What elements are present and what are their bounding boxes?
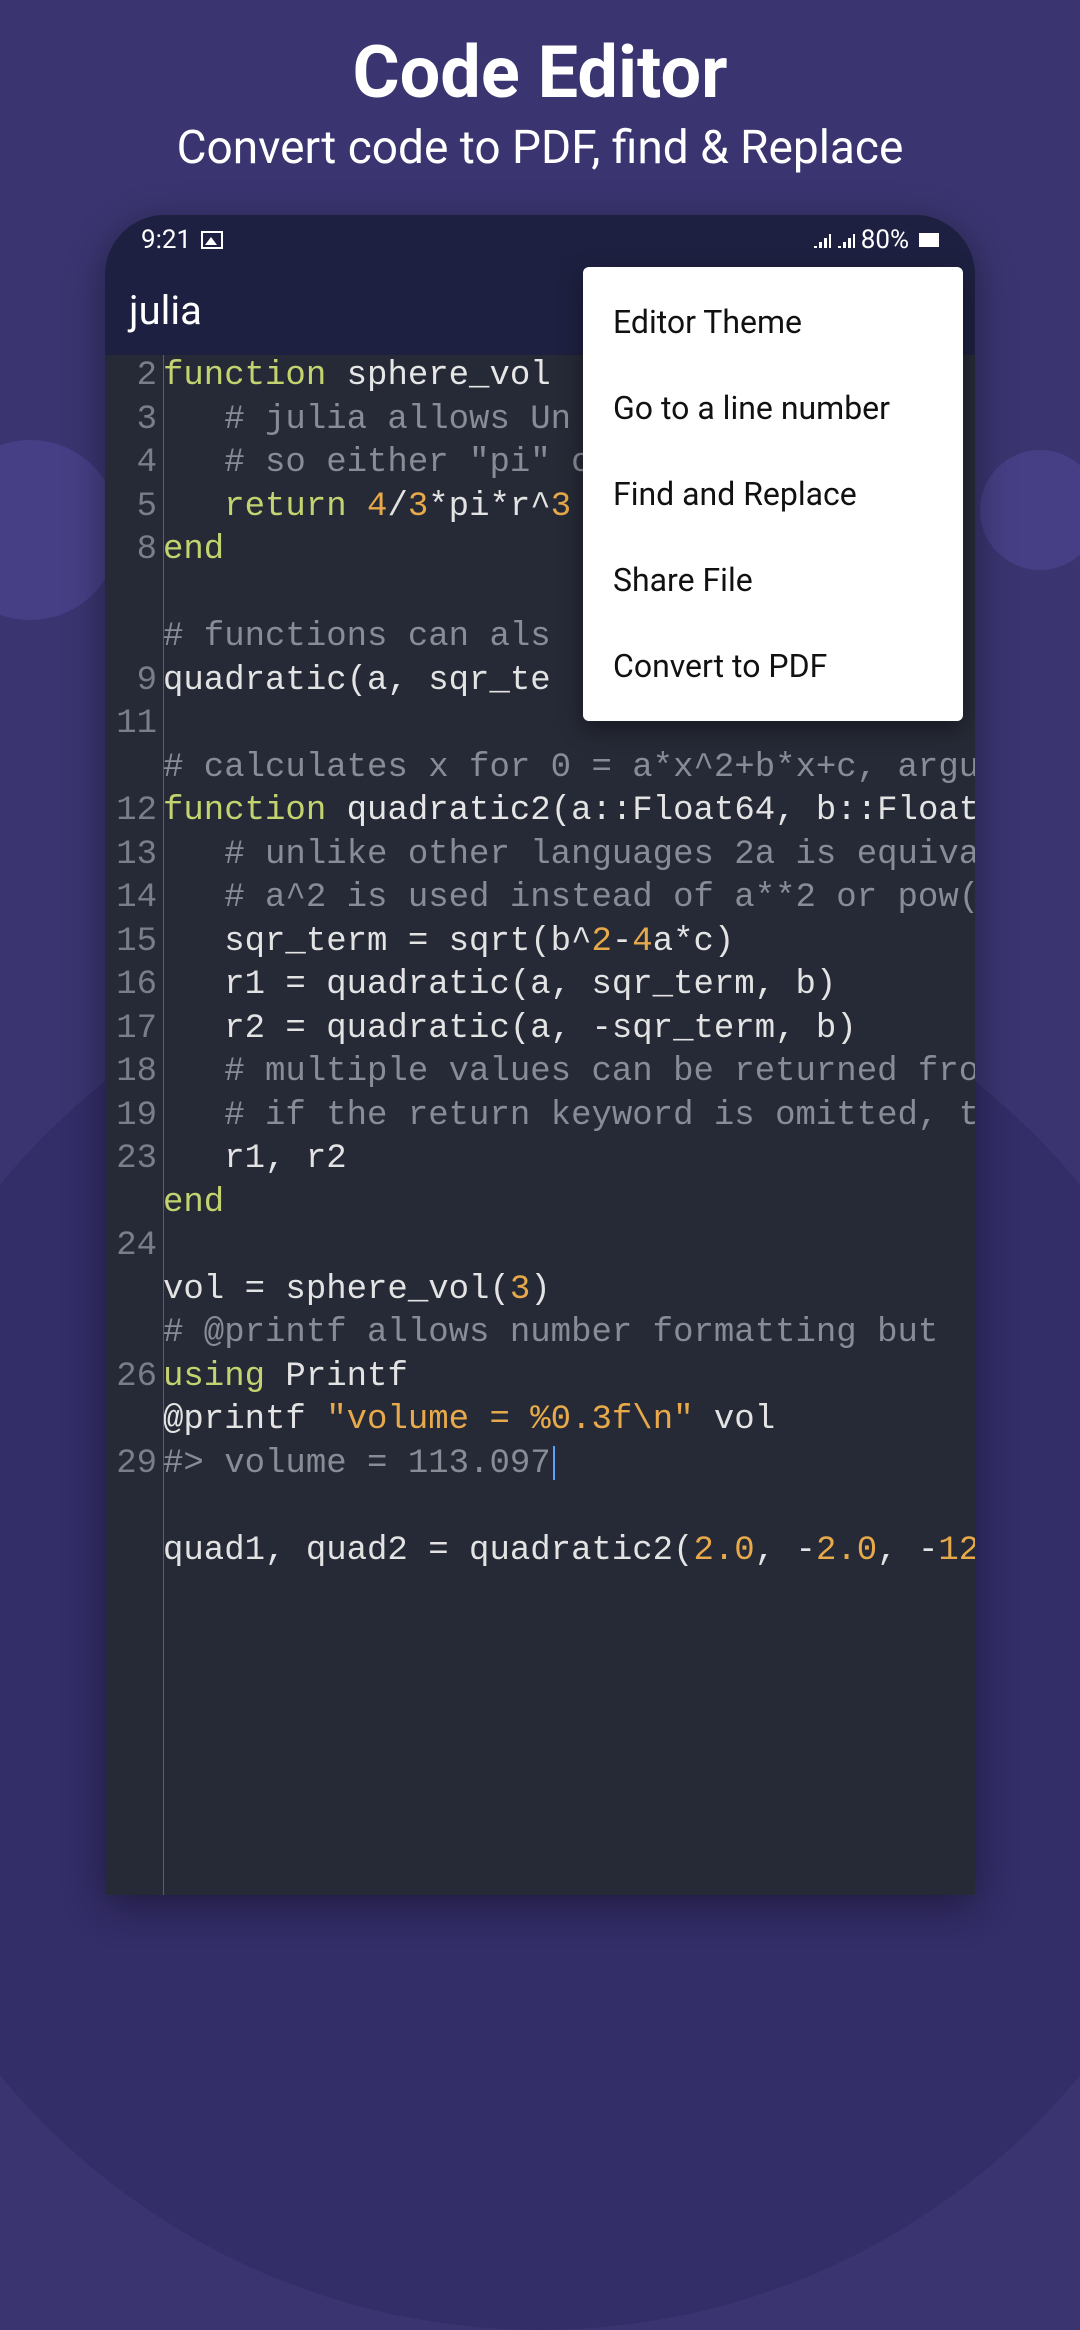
line-number: 3 [105, 399, 163, 443]
line-number: 23 [105, 1138, 163, 1182]
line-number: 16 [105, 964, 163, 1008]
line-content: function sphere_vol [163, 355, 551, 399]
line-content: quadratic(a, sqr_te [163, 660, 551, 704]
code-line[interactable]: vol = sphere_vol(3) [105, 1269, 975, 1313]
code-line[interactable]: end [105, 1182, 975, 1226]
decorative-circle [0, 440, 120, 620]
code-line[interactable]: @printf "volume = %0.3f\n" vol [105, 1399, 975, 1443]
line-number [105, 1530, 163, 1574]
code-line[interactable]: 26using Printf [105, 1356, 975, 1400]
code-line[interactable]: # @printf allows number formatting but [105, 1312, 975, 1356]
code-line[interactable]: 16 r1 = quadratic(a, sqr_term, b) [105, 964, 975, 1008]
code-line[interactable]: 13 # unlike other languages 2a is equiva… [105, 834, 975, 878]
line-number [105, 616, 163, 660]
promo-title: Code Editor [0, 30, 1080, 115]
code-line[interactable]: 24 [105, 1225, 975, 1269]
line-number: 4 [105, 442, 163, 486]
line-number [105, 1182, 163, 1226]
line-content: # so either "pi" o [163, 442, 591, 486]
line-content: # if the return keyword is omitted, the [163, 1095, 975, 1139]
line-content: end [163, 529, 224, 573]
menu-item-editor-theme[interactable]: Editor Theme [583, 279, 963, 365]
line-number [105, 573, 163, 617]
line-number: 26 [105, 1356, 163, 1400]
phone-frame: 9:21 80% julia 2function sphere_vol3 # j… [105, 215, 975, 1895]
line-number: 13 [105, 834, 163, 878]
line-content [163, 573, 183, 617]
line-content: end [163, 1182, 224, 1226]
line-content [163, 1225, 183, 1269]
code-line[interactable]: 19 # if the return keyword is omitted, t… [105, 1095, 975, 1139]
line-number: 5 [105, 486, 163, 530]
line-number [105, 1399, 163, 1443]
line-number: 11 [105, 703, 163, 747]
code-line[interactable]: 29#> volume = 113.097 [105, 1443, 975, 1487]
line-number: 29 [105, 1443, 163, 1487]
file-language-label: julia [129, 287, 202, 334]
code-line[interactable]: # calculates x for 0 = a*x^2+b*x+c, argu [105, 747, 975, 791]
line-content: function quadratic2(a::Float64, b::Float… [163, 790, 975, 834]
line-content: # julia allows Un [163, 399, 571, 443]
menu-item-share-file[interactable]: Share File [583, 537, 963, 623]
line-number [105, 747, 163, 791]
code-line[interactable]: 17 r2 = quadratic(a, -sqr_term, b) [105, 1008, 975, 1052]
menu-item-find-replace[interactable]: Find and Replace [583, 451, 963, 537]
code-line[interactable] [105, 1486, 975, 1530]
line-content: sqr_term = sqrt(b^2-4a*c) [163, 921, 734, 965]
line-content: quad1, quad2 = quadratic2(2.0, -2.0, -12… [163, 1530, 975, 1574]
line-content: @printf "volume = %0.3f\n" vol [163, 1399, 775, 1443]
menu-item-convert-pdf[interactable]: Convert to PDF [583, 623, 963, 709]
line-number: 24 [105, 1225, 163, 1269]
code-line[interactable]: 14 # a^2 is used instead of a**2 or pow(… [105, 877, 975, 921]
gallery-icon [201, 231, 223, 249]
line-content: # multiple values can be returned fro [163, 1051, 975, 1095]
line-content: # functions can als [163, 616, 551, 660]
line-number: 18 [105, 1051, 163, 1095]
line-content: # unlike other languages 2a is equival [163, 834, 975, 878]
line-number: 15 [105, 921, 163, 965]
menu-item-goto-line[interactable]: Go to a line number [583, 365, 963, 451]
line-number: 14 [105, 877, 163, 921]
battery-icon [919, 233, 939, 247]
signal-icon [837, 225, 855, 255]
code-line[interactable]: 18 # multiple values can be returned fro [105, 1051, 975, 1095]
battery-text: 80% [861, 225, 909, 255]
overflow-menu: Editor Theme Go to a line number Find an… [583, 267, 963, 721]
line-content [163, 1486, 183, 1530]
line-number [105, 1269, 163, 1313]
line-number: 19 [105, 1095, 163, 1139]
line-content: # calculates x for 0 = a*x^2+b*x+c, argu [163, 747, 975, 791]
line-number: 2 [105, 355, 163, 399]
text-cursor [553, 1446, 555, 1480]
line-content: return 4/3*pi*r^3 [163, 486, 571, 530]
line-content: r1 = quadratic(a, sqr_term, b) [163, 964, 836, 1008]
gutter-divider [163, 355, 164, 1895]
line-number: 12 [105, 790, 163, 834]
code-line[interactable]: quad1, quad2 = quadratic2(2.0, -2.0, -12… [105, 1530, 975, 1574]
decorative-circle [980, 450, 1080, 570]
line-content: vol = sphere_vol(3) [163, 1269, 551, 1313]
signal-icon [813, 225, 831, 255]
code-line[interactable]: 23 r1, r2 [105, 1138, 975, 1182]
line-content: r1, r2 [163, 1138, 347, 1182]
line-number: 17 [105, 1008, 163, 1052]
code-line[interactable]: 12function quadratic2(a::Float64, b::Flo… [105, 790, 975, 834]
line-number: 8 [105, 529, 163, 573]
line-number [105, 1486, 163, 1530]
promo-subtitle: Convert code to PDF, find & Replace [0, 121, 1080, 175]
line-content [163, 703, 183, 747]
status-bar: 9:21 80% [105, 215, 975, 265]
status-time: 9:21 [141, 225, 191, 255]
line-content: #> volume = 113.097 [163, 1443, 555, 1487]
code-line[interactable]: 15 sqr_term = sqrt(b^2-4a*c) [105, 921, 975, 965]
line-content: # a^2 is used instead of a**2 or pow(a [163, 877, 975, 921]
line-content: r2 = quadratic(a, -sqr_term, b) [163, 1008, 857, 1052]
line-number [105, 1312, 163, 1356]
line-content: using Printf [163, 1356, 408, 1400]
line-content: # @printf allows number formatting but [163, 1312, 959, 1356]
line-number: 9 [105, 660, 163, 704]
